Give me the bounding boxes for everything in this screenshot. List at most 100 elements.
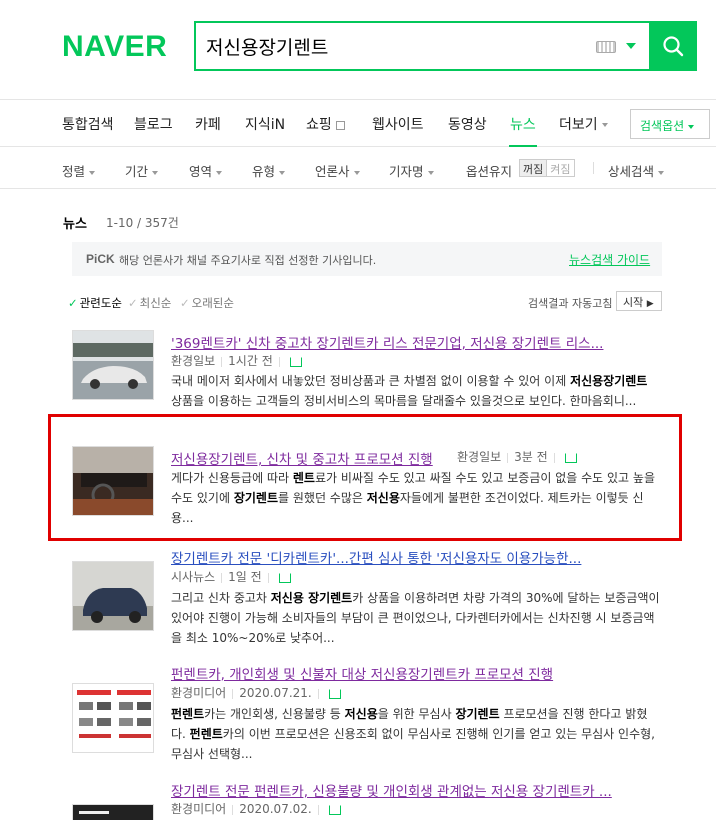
news-title-link[interactable]: '369렌트카' 신차 중고차 장기렌트카 리스 전문기업, 저신용 장기렌트 … bbox=[171, 332, 603, 352]
check-icon: ✓ bbox=[68, 296, 78, 310]
search-input[interactable] bbox=[206, 33, 586, 59]
tab-more[interactable]: 더보기 bbox=[559, 114, 608, 134]
caret-down-icon bbox=[601, 123, 608, 127]
share-icon[interactable] bbox=[564, 452, 577, 463]
search-options-label: 검색옵션 bbox=[640, 119, 685, 133]
filter-label: 정렬 bbox=[62, 164, 86, 179]
tab-news[interactable]: 뉴스 bbox=[510, 114, 536, 134]
search-button[interactable] bbox=[649, 21, 697, 71]
auto-refresh-label: 검색결과 자동고침 bbox=[528, 297, 613, 310]
news-thumbnail[interactable] bbox=[72, 683, 154, 753]
news-time: 1시간 전 bbox=[228, 354, 273, 368]
filter-detail-search[interactable]: 상세검색 bbox=[608, 161, 665, 180]
caret-down-icon bbox=[353, 170, 360, 175]
news-search-guide-link[interactable]: 뉴스검색 가이드 bbox=[569, 251, 650, 268]
divider bbox=[593, 162, 594, 174]
search-tabs: 통합검색 블로그 카페 지식iN 쇼핑 웹사이트 동영상 뉴스 더보기 bbox=[0, 100, 716, 147]
promo-banner-icon bbox=[73, 805, 153, 820]
filter-label: 상세검색 bbox=[608, 164, 655, 179]
search-box[interactable] bbox=[194, 21, 649, 71]
news-press[interactable]: 환경미디어 bbox=[171, 802, 226, 816]
news-thumbnail[interactable] bbox=[72, 330, 154, 400]
news-thumbnail[interactable] bbox=[72, 446, 154, 516]
sort-latest[interactable]: ✓ 최신순 bbox=[128, 295, 171, 311]
caret-down-icon bbox=[279, 170, 286, 175]
car-photo-icon bbox=[73, 331, 153, 399]
news-time: 1일 전 bbox=[228, 570, 262, 584]
caret-down-icon bbox=[216, 170, 223, 175]
news-title-link[interactable]: 저신용장기렌트, 신차 및 중고차 프로모션 진행 bbox=[171, 448, 433, 468]
news-time: 3분 전 bbox=[514, 450, 548, 464]
filter-sort[interactable]: 정렬 bbox=[62, 161, 96, 180]
promo-banner-icon bbox=[73, 684, 153, 752]
filter-label: 기자명 bbox=[389, 164, 424, 179]
share-icon[interactable] bbox=[328, 688, 341, 699]
naver-logo[interactable]: NAVER bbox=[62, 30, 167, 64]
news-description: 펀렌트카는 개인회생, 신용불량 등 저신용을 위한 무심사 장기렌트 프로모션… bbox=[171, 707, 655, 761]
share-icon[interactable] bbox=[328, 804, 341, 815]
chevron-down-icon[interactable] bbox=[626, 43, 636, 49]
auto-refresh-start-button[interactable]: 시작 ▶ bbox=[616, 291, 662, 311]
section-title: 뉴스 bbox=[63, 217, 87, 232]
news-meta: 환경미디어 2020.07.02. bbox=[171, 800, 341, 817]
tab-shopping[interactable]: 쇼핑 bbox=[306, 114, 345, 134]
tab-shopping-label: 쇼핑 bbox=[306, 117, 332, 133]
pick-label: PiCK bbox=[86, 252, 115, 266]
sort-label: 최신순 bbox=[139, 296, 172, 310]
tab-blog[interactable]: 블로그 bbox=[134, 114, 173, 134]
share-icon[interactable] bbox=[278, 572, 291, 583]
filter-press[interactable]: 언론사 bbox=[315, 161, 360, 180]
check-icon: ✓ bbox=[128, 296, 138, 310]
tab-more-label: 더보기 bbox=[559, 117, 598, 133]
toggle-off-option[interactable]: 꺼짐 bbox=[520, 160, 547, 176]
check-icon: ✓ bbox=[180, 296, 190, 310]
sort-relevance[interactable]: ✓ 관련도순 bbox=[68, 295, 122, 311]
news-press[interactable]: 환경일보 bbox=[457, 450, 501, 464]
tab-kin[interactable]: 지식iN bbox=[245, 114, 285, 134]
result-count: 1-10 / 357건 bbox=[106, 216, 179, 230]
news-meta: 시사뉴스 1일 전 bbox=[171, 568, 291, 585]
sort-oldest[interactable]: ✓ 오래된순 bbox=[180, 295, 234, 311]
filter-label: 영역 bbox=[189, 164, 213, 179]
news-meta: 환경일보 1시간 전 bbox=[171, 352, 302, 369]
news-meta: 환경미디어 2020.07.21. bbox=[171, 684, 341, 701]
pick-notice: PiCK 해당 언론사가 채널 주요기사로 직접 선정한 기사입니다. 뉴스검색… bbox=[72, 242, 662, 276]
play-icon: ▶ bbox=[646, 299, 654, 309]
suv-photo-icon bbox=[73, 562, 153, 630]
filter-label: 기간 bbox=[125, 164, 149, 179]
auto-refresh-button-label: 시작 bbox=[623, 296, 644, 309]
share-icon[interactable] bbox=[289, 356, 302, 367]
sort-label: 관련도순 bbox=[79, 296, 122, 310]
news-title-link[interactable]: 펀렌트카, 개인회생 및 신불자 대상 저신용장기렌트카 프로모션 진행 bbox=[171, 663, 553, 683]
news-press[interactable]: 환경일보 bbox=[171, 354, 215, 368]
filter-period[interactable]: 기간 bbox=[125, 161, 159, 180]
news-description: 국내 메이저 회사에서 내놓았던 정비상품과 큰 차별점 없이 이용할 수 있어… bbox=[171, 374, 648, 408]
news-press[interactable]: 시사뉴스 bbox=[171, 570, 215, 584]
news-title-link[interactable]: 장기렌트 전문 펀렌트카, 신용불량 및 개인회생 관계없는 저신용 장기렌트카… bbox=[171, 780, 612, 800]
search-options-button[interactable]: 검색옵션 bbox=[630, 109, 710, 139]
keep-option-toggle[interactable]: 꺼짐 켜짐 bbox=[519, 159, 575, 177]
filter-reporter[interactable]: 기자명 bbox=[389, 161, 434, 180]
tab-website[interactable]: 웹사이트 bbox=[372, 114, 424, 134]
tab-cafe[interactable]: 카페 bbox=[195, 114, 221, 134]
news-title-link[interactable]: 장기렌트카 전문 '디카렌트카'...간편 심사 통한 '저신용자도 이용가능한… bbox=[171, 547, 581, 567]
search-icon bbox=[663, 36, 684, 57]
filter-bar: 정렬 기간 영역 유형 언론사 기자명 옵션유지 상세검색 bbox=[0, 147, 716, 189]
news-press[interactable]: 환경미디어 bbox=[171, 686, 226, 700]
caret-down-icon bbox=[427, 170, 434, 175]
filter-area[interactable]: 영역 bbox=[189, 161, 223, 180]
caret-down-icon bbox=[89, 170, 96, 175]
news-thumbnail[interactable] bbox=[72, 561, 154, 631]
header: NAVER bbox=[0, 0, 716, 100]
filter-type[interactable]: 유형 bbox=[252, 161, 286, 180]
news-time: 2020.07.21. bbox=[239, 686, 312, 700]
car-interior-photo-icon bbox=[73, 447, 153, 515]
toggle-on-option[interactable]: 켜짐 bbox=[546, 160, 573, 176]
tab-video[interactable]: 동영상 bbox=[448, 114, 487, 134]
tab-integrated[interactable]: 통합검색 bbox=[62, 114, 114, 134]
caret-down-icon bbox=[152, 170, 159, 175]
news-thumbnail[interactable] bbox=[72, 804, 154, 820]
caret-down-icon bbox=[658, 170, 665, 175]
news-time: 2020.07.02. bbox=[239, 802, 312, 816]
keyboard-icon[interactable] bbox=[596, 41, 616, 53]
